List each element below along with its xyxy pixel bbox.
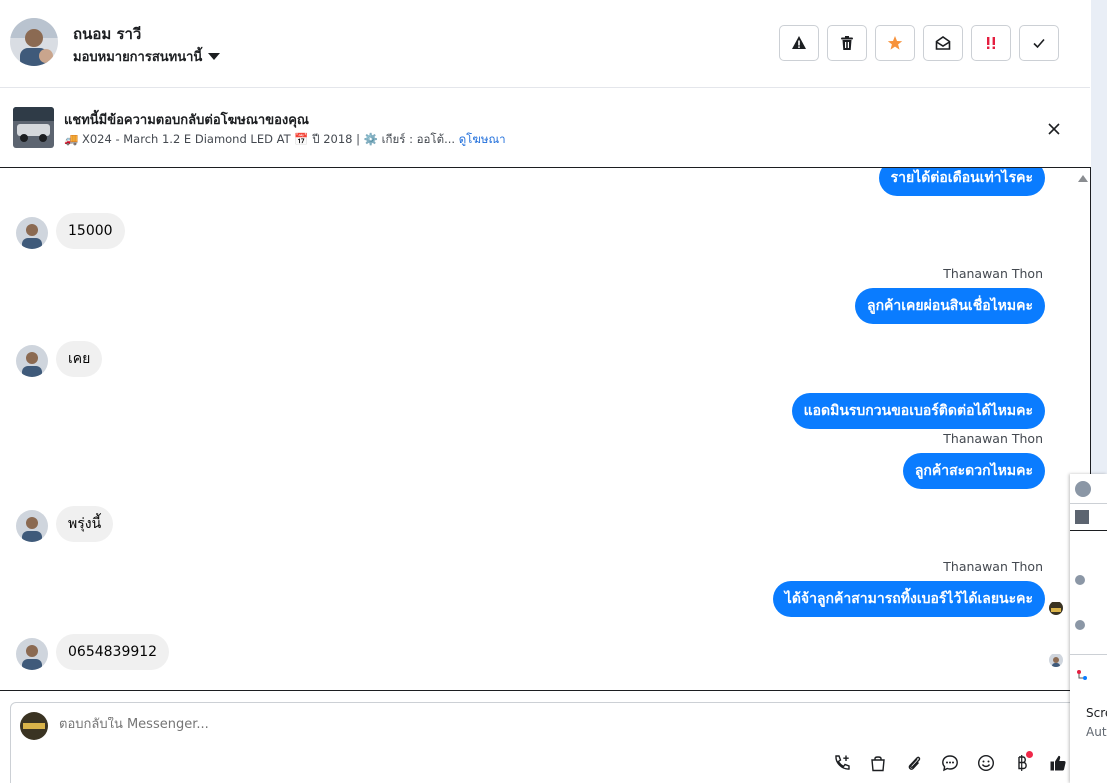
priority-icon [987,37,995,49]
call-add-button[interactable] [830,751,853,775]
message-bubble-out[interactable]: ลูกค้าสะดวกไหมคะ [902,453,1045,489]
delete-button[interactable] [827,25,867,61]
caret-down-icon [208,53,221,60]
contact-avatar [16,217,48,249]
trash-icon [841,36,853,50]
assign-label: มอบหมายการสนทนานี้ [73,50,203,65]
attachment-icon [908,756,920,770]
message-bubble-in[interactable]: เคย [56,341,103,377]
contact-avatar [16,510,48,542]
ad-reply-banner: แชทนี้มีข้อความตอบกลับต่อโฆษณาของคุณ 🚚 X… [0,89,1090,167]
preview-avatar [1075,481,1107,499]
preview-avatar [1075,575,1107,587]
sender-name: Thanawan Thon [943,266,1043,281]
ad-thumbnail [13,107,54,148]
page-avatar [20,712,48,740]
message-bubble-out[interactable]: ลูกค้าเคยผ่อนสินเชื่อไหมคะ [854,288,1045,324]
message-bubble-out[interactable]: ได้จ้าลูกค้าสามารถทิ้งเบอร์ไว้ได้เลยนะคะ [772,581,1045,617]
preview-panel: Scre Aut [1070,474,1107,783]
avatar[interactable] [10,18,58,66]
banner-subtitle: 🚚 X024 - March 1.2 E Diamond LED AT 📅 ปี… [64,131,506,149]
sender-name: Thanawan Thon [943,559,1043,574]
saved-replies-button[interactable] [938,751,961,775]
notification-dot [1026,751,1033,758]
attach-button[interactable] [902,751,925,775]
mark-done-button[interactable] [1019,25,1059,61]
contact-avatar [16,345,48,377]
message-bubble-in[interactable]: 0654839912 [56,634,170,670]
reply-composer [10,702,1080,783]
contact-avatar [16,638,48,670]
message-bubble-in[interactable]: 15000 [56,213,125,249]
emoji-button[interactable] [974,751,997,775]
message-bubble-in[interactable]: พรุ่งนี้ [56,506,114,542]
sender-name: Thanawan Thon [943,431,1043,446]
preview-thumbnail [1075,510,1107,526]
shop-button[interactable] [866,751,889,775]
star-button[interactable] [875,25,915,61]
ad-details: 🚚 X024 - March 1.2 E Diamond LED AT 📅 ปี… [64,132,456,146]
check-icon [1033,38,1045,49]
message-thread[interactable]: รายได้ต่อเดือนเท่าไรคะ 15000 Thanawan Th… [0,167,1091,691]
preview-text: Scre [1086,706,1107,720]
seen-avatar [1049,601,1063,615]
emoji-icon [977,754,994,772]
close-icon[interactable] [1046,121,1062,137]
app-icon [1075,668,1107,684]
priority-button[interactable] [971,25,1011,61]
banner-title: แชทนี้มีข้อความตอบกลับต่อโฆษณาของคุณ [64,113,309,128]
report-spam-button[interactable] [779,25,819,61]
mark-unread-icon [935,36,951,50]
shopping-bag-icon [870,756,885,772]
message-bubble-out[interactable]: แอดมินรบกวนขอเบอร์ติดต่อได้ไหมคะ [791,393,1045,429]
warning-icon [792,36,806,49]
message-bubble-out[interactable]: รายได้ต่อเดือนเท่าไรคะ [878,168,1045,196]
view-ad-link[interactable]: ดูโฆษณา [459,132,506,146]
payment-button[interactable] [1010,751,1033,775]
star-icon [887,36,903,50]
mark-unread-button[interactable] [923,25,963,61]
call-add-icon [834,755,850,770]
chat-bubble-icon [941,755,958,772]
reply-input[interactable] [59,717,759,732]
like-button[interactable] [1046,751,1069,775]
seen-avatar [1049,653,1063,667]
contact-name: ถนอม ราวี [73,25,142,43]
scroll-up-arrow[interactable] [1078,175,1088,182]
conversation-header: ถนอม ราวี มอบหมายการสนทนานี้ [0,0,1090,88]
thumbs-up-icon [1050,755,1066,771]
preview-text: Aut [1086,725,1107,739]
preview-avatar [1075,620,1107,632]
assign-conversation-dropdown[interactable]: มอบหมายการสนทนานี้ [73,46,221,67]
